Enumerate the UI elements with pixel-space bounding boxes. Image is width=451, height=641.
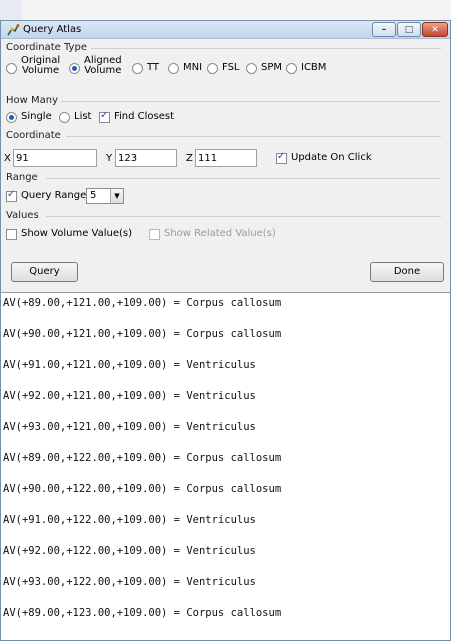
show-related-checkbox[interactable]	[149, 229, 160, 240]
query-range-checkbox[interactable]	[6, 189, 17, 202]
query-range-select[interactable]: 5 ▼	[86, 188, 124, 204]
update-on-click-checkbox[interactable]	[276, 151, 287, 164]
results-output[interactable]: AV(+89.00,+121.00,+109.00) = Corpus call…	[1, 292, 450, 640]
y-input[interactable]	[115, 149, 177, 167]
query-range-label: Query Range:	[21, 190, 90, 201]
z-input[interactable]	[195, 149, 257, 167]
result-line: AV(+92.00,+121.00,+109.00) = Ventriculus	[3, 390, 256, 402]
result-line: AV(+90.00,+122.00,+109.00) = Corpus call…	[3, 483, 282, 495]
coordinate-type-rule	[91, 48, 441, 49]
window-title: Query Atlas	[23, 24, 82, 35]
close-button[interactable]: ✕	[422, 22, 448, 37]
show-related-label: Show Related Value(s)	[164, 228, 276, 239]
radio-spm[interactable]	[246, 63, 257, 74]
result-line: AV(+89.00,+123.00,+109.00) = Corpus call…	[3, 607, 282, 619]
query-atlas-window: Query Atlas – □ ✕ Coordinate Type Origin…	[0, 20, 451, 641]
title-bar[interactable]: Query Atlas – □ ✕	[1, 21, 450, 39]
radio-icbm-label: ICBM	[301, 62, 327, 73]
radio-single[interactable]	[6, 112, 17, 123]
minimize-button[interactable]: –	[372, 22, 396, 37]
how-many-label: How Many	[6, 95, 59, 106]
result-line: AV(+91.00,+121.00,+109.00) = Ventriculus	[3, 359, 256, 371]
window-controls: – □ ✕	[371, 22, 448, 38]
radio-aligned-volume[interactable]	[69, 63, 80, 74]
radio-mni-label: MNI	[183, 62, 203, 73]
radio-tt[interactable]	[132, 63, 143, 74]
background-window-edge	[0, 0, 22, 22]
coordinate-rule	[66, 136, 441, 137]
radio-icbm[interactable]	[286, 63, 297, 74]
show-volume-label: Show Volume Value(s)	[21, 228, 133, 239]
radio-list[interactable]	[59, 112, 70, 123]
result-line: AV(+89.00,+122.00,+109.00) = Corpus call…	[3, 452, 282, 464]
close-icon: ✕	[431, 25, 439, 35]
radio-list-label: List	[74, 111, 92, 122]
coordinate-type-label: Coordinate Type	[6, 42, 87, 53]
range-label: Range	[6, 172, 38, 183]
done-button[interactable]: Done	[370, 262, 444, 282]
radio-original-volume[interactable]	[6, 63, 17, 74]
maximize-button[interactable]: □	[397, 22, 421, 37]
radio-tt-label: TT	[147, 62, 160, 73]
background-window	[0, 0, 451, 22]
result-line: AV(+89.00,+121.00,+109.00) = Corpus call…	[3, 297, 282, 309]
radio-mni[interactable]	[168, 63, 179, 74]
query-button[interactable]: Query	[11, 262, 78, 282]
result-line: AV(+93.00,+122.00,+109.00) = Ventriculus	[3, 576, 256, 588]
find-closest-checkbox[interactable]	[99, 110, 110, 123]
show-volume-checkbox[interactable]	[6, 229, 17, 240]
z-label: Z	[186, 153, 193, 164]
radio-fsl-label: FSL	[222, 62, 240, 73]
app-icon	[7, 24, 20, 36]
result-line: AV(+93.00,+121.00,+109.00) = Ventriculus	[3, 421, 256, 433]
result-line: AV(+91.00,+122.00,+109.00) = Ventriculus	[3, 514, 256, 526]
radio-original-volume-label: Original Volume	[21, 56, 60, 76]
chevron-down-icon[interactable]: ▼	[110, 189, 123, 203]
query-range-value: 5	[90, 190, 97, 201]
radio-single-label: Single	[21, 111, 52, 122]
minimize-icon: –	[381, 25, 387, 35]
x-input[interactable]	[13, 149, 97, 167]
maximize-icon: □	[404, 25, 414, 35]
radio-fsl[interactable]	[207, 63, 218, 74]
coordinate-label: Coordinate	[6, 130, 61, 141]
how-many-rule	[61, 101, 441, 102]
x-label: X	[4, 153, 11, 164]
values-label: Values	[6, 210, 39, 221]
radio-aligned-volume-label: Aligned Volume	[84, 56, 122, 76]
update-on-click-label: Update On Click	[291, 152, 372, 163]
radio-spm-label: SPM	[261, 62, 283, 73]
radio-original-volume-label-line2: Volume	[21, 65, 60, 76]
range-rule	[46, 178, 441, 179]
y-label: Y	[106, 153, 113, 164]
result-line: AV(+90.00,+121.00,+109.00) = Corpus call…	[3, 328, 282, 340]
find-closest-label: Find Closest	[114, 111, 175, 122]
values-rule	[46, 216, 441, 217]
radio-aligned-volume-label-line2: Volume	[84, 65, 122, 76]
result-line: AV(+92.00,+122.00,+109.00) = Ventriculus	[3, 545, 256, 557]
